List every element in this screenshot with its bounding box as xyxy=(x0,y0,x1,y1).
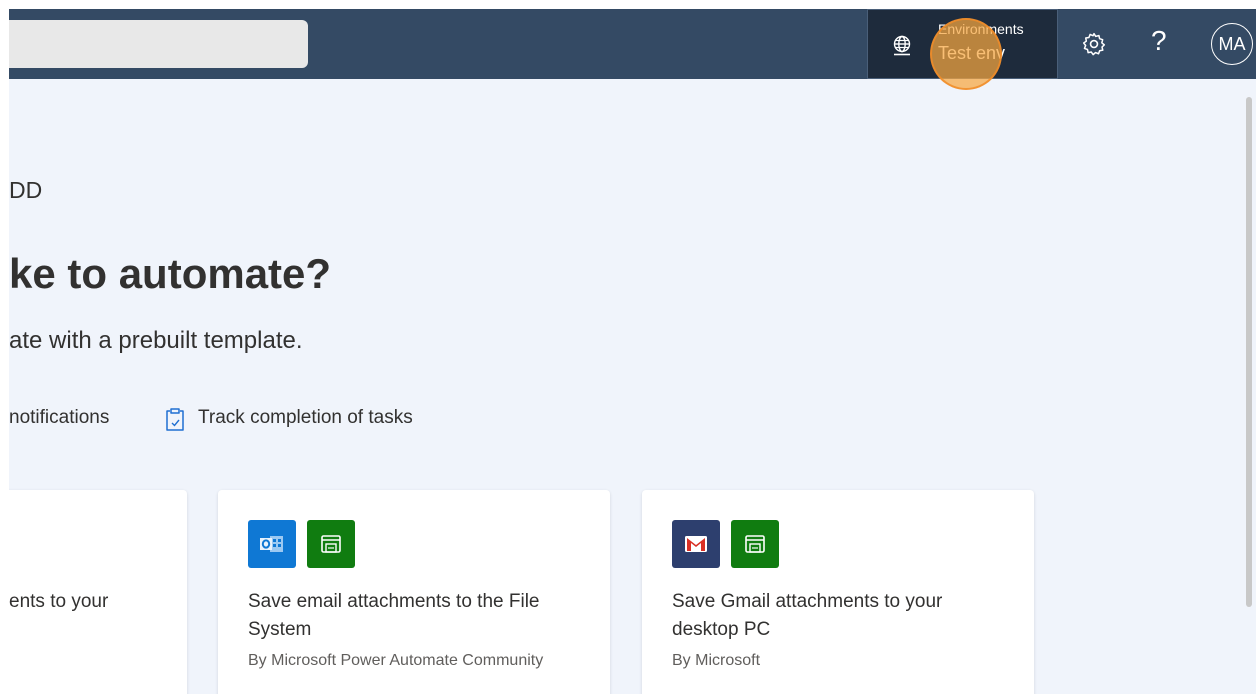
outlook-icon xyxy=(248,520,296,568)
top-bar: Environments Test env ? MA xyxy=(9,9,1256,90)
file-system-icon xyxy=(307,520,355,568)
environment-label: Environments xyxy=(938,21,1024,37)
search-box[interactable] xyxy=(9,20,308,68)
environment-name: Test env xyxy=(938,43,1006,63)
vertical-scrollbar[interactable] xyxy=(1246,97,1252,607)
template-card-author: By Microsoft Power Automate Community xyxy=(248,652,544,669)
gmail-icon xyxy=(672,520,720,568)
settings-gear-icon[interactable] xyxy=(1081,31,1107,57)
help-icon[interactable]: ? xyxy=(1151,25,1167,57)
template-card-title: Save Gmail attachments to your desktop P… xyxy=(672,591,943,640)
chip-notifications[interactable]: notifications xyxy=(9,407,109,429)
greeting-text: DD xyxy=(9,177,43,203)
template-card-author: By Microsoft xyxy=(672,652,761,669)
user-avatar[interactable]: MA xyxy=(1211,23,1253,65)
template-card-title: Save email attachments to the File Syste… xyxy=(248,591,540,640)
clipboard-icon xyxy=(166,408,184,431)
template-card[interactable]: ents to your xyxy=(9,490,187,694)
file-system-icon xyxy=(731,520,779,568)
page-heading: ke to automate? xyxy=(9,250,332,297)
app-window: Environments Test env ? MA DD ke to auto… xyxy=(9,9,1256,694)
globe-icon xyxy=(893,35,911,56)
page-subtitle: ate with a prebuilt template. xyxy=(9,327,303,354)
environment-switcher[interactable]: Environments Test env xyxy=(867,9,1058,90)
template-card[interactable]: Save Gmail attachments to your desktop P… xyxy=(642,490,1034,694)
template-card[interactable]: Save email attachments to the File Syste… xyxy=(218,490,610,694)
chip-track-completion-label: Track completion of tasks xyxy=(198,407,413,428)
